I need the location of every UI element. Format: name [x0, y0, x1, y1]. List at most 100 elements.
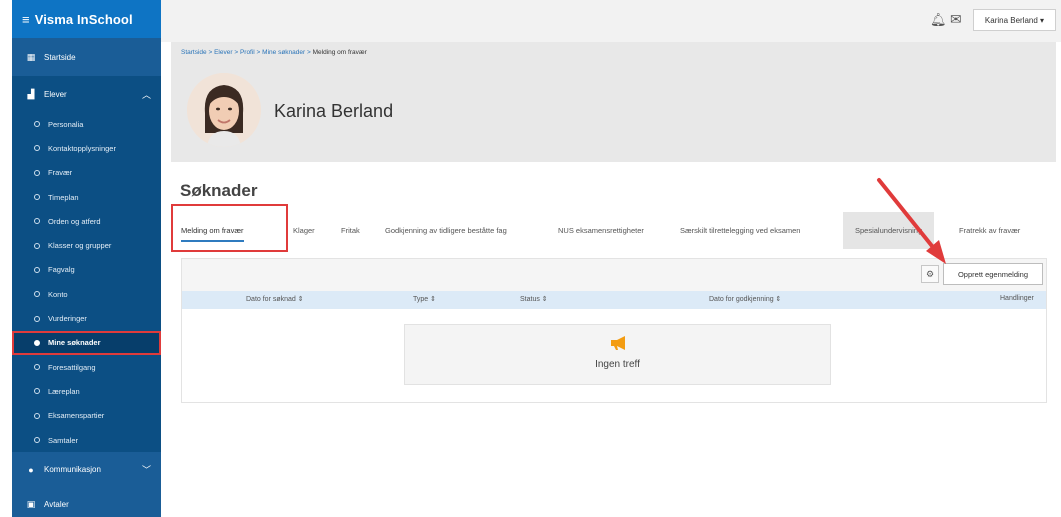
grid-icon: ▦: [26, 51, 36, 62]
breadcrumb: Startside > Elever > Profil > Mine søkna…: [181, 49, 367, 56]
tab-special-education[interactable]: Spesialundervisning: [843, 212, 935, 249]
circle-icon: [34, 242, 40, 249]
column-header-status[interactable]: Status ⇕: [520, 295, 548, 303]
sidebar-item-subject-choice[interactable]: Fagvalg: [12, 258, 161, 282]
circle-icon: [34, 364, 40, 371]
applications-panel: ⚙ Opprett egenmelding Dato for søknad ⇕ …: [181, 258, 1047, 403]
avatar-portrait-icon: [187, 73, 261, 147]
sidebar-item-label: Startside: [44, 52, 76, 62]
sidebar-group-label: Elever: [44, 89, 67, 99]
tab-absence-deduction[interactable]: Fratrekk av fravær: [959, 212, 1020, 249]
circle-icon: [34, 315, 40, 322]
sidebar-item-label: Læreplan: [48, 386, 80, 396]
empty-state: Ingen treff: [404, 324, 831, 385]
sidebar-item-label: Fravær: [48, 168, 73, 178]
sidebar-item-label: Kontaktopplysninger: [48, 143, 116, 153]
circle-icon: [34, 291, 40, 298]
table-header: Dato for søknad ⇕ Type ⇕ Status ⇕ Dato f…: [182, 291, 1046, 309]
panel-toolbar: ⚙ Opprett egenmelding: [182, 259, 1046, 291]
sidebar-item-agreements[interactable]: ▣ Avtaler: [12, 487, 161, 517]
chat-bubble-icon: ●: [28, 464, 34, 475]
column-header-application-date[interactable]: Dato for søknad ⇕: [246, 295, 304, 303]
avatar: [187, 73, 261, 147]
sidebar-item-communication[interactable]: ● Kommunikasjon ﹀: [12, 452, 161, 487]
gear-icon: ⚙: [925, 268, 935, 279]
annotation-highlight-box: [171, 204, 288, 252]
users-icon: ▟: [27, 88, 35, 99]
circle-icon: [34, 388, 40, 395]
sidebar-item-label: Fagvalg: [48, 265, 75, 275]
column-header-type[interactable]: Type ⇕: [413, 295, 436, 303]
sidebar-item-conduct[interactable]: Orden og atferd: [12, 209, 161, 233]
sidebar-group-students: ▟ Elever ︿ Personalia Kontaktopplysninge…: [12, 76, 161, 453]
sidebar-item-curriculum[interactable]: Læreplan: [12, 379, 161, 403]
application-tabs: Melding om fravær Klager Fritak Godkjenn…: [171, 212, 1056, 249]
column-header-actions: Handlinger: [1000, 295, 1034, 302]
circle-icon: [34, 218, 40, 225]
tab-complaints[interactable]: Klager: [293, 212, 315, 249]
empty-state-text: Ingen treff: [595, 359, 640, 370]
tab-label: Fritak: [341, 226, 360, 235]
sidebar-item-label: Orden og atferd: [48, 216, 101, 226]
tab-exemption[interactable]: Fritak: [341, 212, 360, 249]
sidebar-item-label: Kommunikasjon: [44, 465, 101, 475]
top-bar: 🔔︎ ✉ Karina Berland ▾: [161, 0, 1061, 42]
sidebar-item-label: Personalia: [48, 119, 84, 129]
bell-icon[interactable]: 🔔︎: [930, 12, 947, 28]
circle-icon: [34, 194, 40, 201]
tab-label: Spesialundervisning: [855, 226, 923, 235]
tab-label: Godkjenning av tidligere beståtte fag: [385, 226, 507, 235]
student-name: Karina Berland: [274, 101, 394, 121]
circle-icon: [34, 412, 40, 419]
sidebar-item-label: Vurderinger: [48, 314, 87, 324]
chevron-down-icon: ﹀: [141, 465, 151, 476]
sidebar-item-my-applications[interactable]: Mine søknader: [12, 330, 161, 355]
breadcrumb-link[interactable]: Mine søknader: [262, 49, 305, 56]
circle-filled-icon: [34, 339, 40, 346]
tab-exam-accommodation[interactable]: Særskilt tilrettelegging ved eksamen: [680, 212, 800, 249]
sidebar-item-timetable[interactable]: Timeplan: [12, 185, 161, 209]
sidebar-item-personalia[interactable]: Personalia: [12, 112, 161, 136]
sidebar-item-classes[interactable]: Klasser og grupper: [12, 233, 161, 257]
sidebar-item-contact[interactable]: Kontaktopplysninger: [12, 136, 161, 160]
hamburger-icon[interactable]: ≡: [22, 12, 30, 27]
tab-label: Fratrekk av fravær: [959, 226, 1021, 235]
tab-label: Klager: [293, 226, 315, 235]
create-self-report-button[interactable]: Opprett egenmelding: [943, 263, 1043, 285]
sidebar-group-header[interactable]: ▟ Elever ︿: [12, 76, 161, 112]
breadcrumb-link[interactable]: Startside: [181, 49, 207, 56]
chevron-up-icon: ︿: [141, 89, 151, 100]
sidebar-item-exams[interactable]: Eksamenspartier: [12, 404, 161, 428]
sidebar-item-guardian-access[interactable]: Foresattilgang: [12, 355, 161, 379]
tab-prior-approval[interactable]: Godkjenning av tidligere beståtte fag: [385, 212, 507, 249]
sidebar-item-assessments[interactable]: Vurderinger: [12, 306, 161, 330]
sidebar-item-label: Foresattilgang: [48, 362, 96, 372]
breadcrumb-link[interactable]: Profil: [240, 49, 255, 56]
settings-button[interactable]: ⚙: [921, 265, 939, 283]
sidebar-item-label: Klasser og grupper: [48, 241, 112, 251]
column-header-approval-date[interactable]: Dato for godkjenning ⇕: [709, 295, 781, 303]
user-menu-button[interactable]: Karina Berland ▾: [973, 9, 1056, 31]
sidebar-item-conversations[interactable]: Samtaler: [12, 428, 161, 452]
sidebar-item-account[interactable]: Konto: [12, 282, 161, 306]
breadcrumb-current: Melding om fravær: [312, 49, 367, 56]
tab-label: NUS eksamensrettigheter: [558, 226, 644, 235]
circle-icon: [34, 145, 40, 152]
tab-label: Særskilt tilrettelegging ved eksamen: [680, 226, 801, 235]
circle-icon: [34, 437, 40, 443]
sidebar-item-absence[interactable]: Fravær: [12, 161, 161, 185]
breadcrumb-separator: >: [305, 49, 313, 56]
tab-nus-exam-rights[interactable]: NUS eksamensrettigheter: [558, 212, 644, 249]
briefcase-icon: ▣: [26, 499, 36, 510]
brand-menu[interactable]: ≡ Visma InSchool: [12, 0, 161, 38]
sidebar-item-home[interactable]: ▦ Startside: [12, 38, 161, 76]
page-title: Søknader: [180, 181, 258, 200]
breadcrumb-separator: >: [206, 49, 215, 56]
mail-icon[interactable]: ✉: [950, 11, 962, 28]
breadcrumb-separator: >: [232, 49, 240, 56]
sidebar-item-label: Mine søknader: [48, 338, 101, 348]
circle-icon: [34, 266, 40, 273]
circle-icon: [34, 169, 40, 176]
circle-icon: [34, 121, 40, 128]
breadcrumb-link[interactable]: Elever: [214, 49, 232, 56]
